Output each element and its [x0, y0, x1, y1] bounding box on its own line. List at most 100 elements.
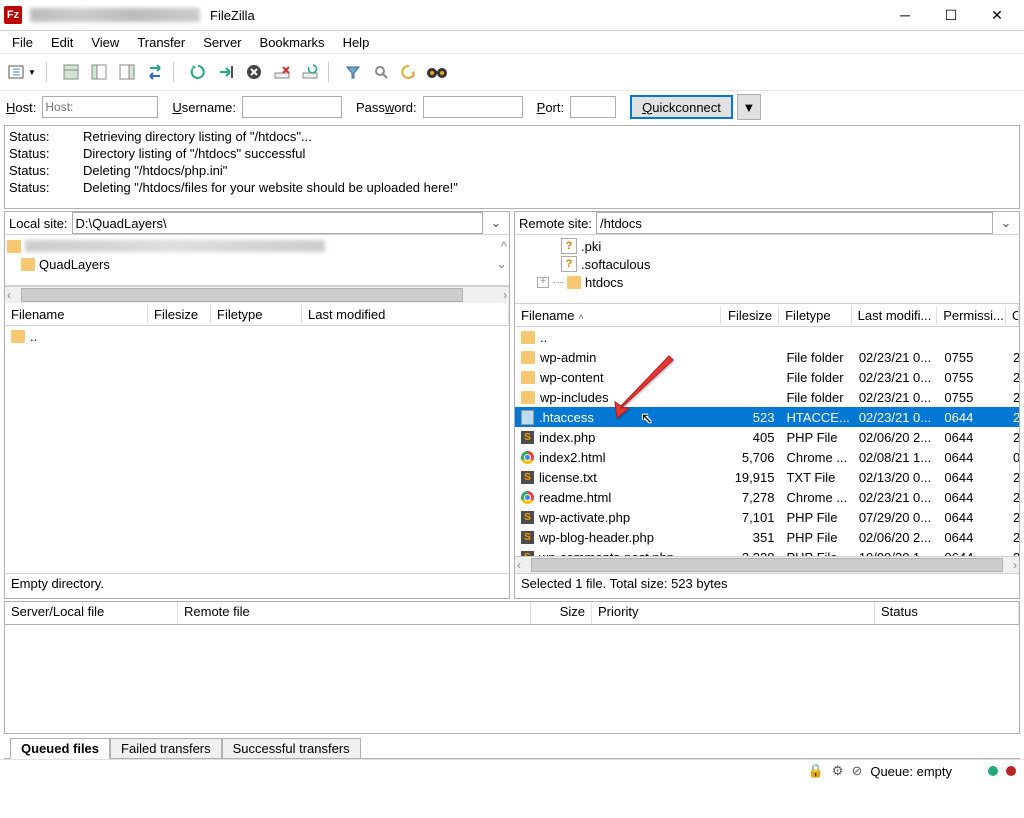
file-modified: 02/13/20 0...: [853, 470, 939, 485]
col-size[interactable]: Size: [531, 602, 592, 624]
toggle-remote-tree-button[interactable]: [115, 60, 139, 84]
col-status[interactable]: Status: [875, 602, 1019, 624]
col-filetype[interactable]: Filetype: [211, 305, 302, 324]
menu-view[interactable]: View: [83, 33, 127, 52]
tree-item[interactable]: .softaculous: [581, 257, 650, 272]
filter-button[interactable]: [341, 60, 365, 84]
status-label: Status:: [9, 145, 59, 162]
local-list-header[interactable]: Filename Filesize Filetype Last modified: [5, 303, 509, 326]
maximize-button[interactable]: ☐: [928, 0, 974, 30]
connection-name-blurred: [30, 8, 200, 22]
local-site-input[interactable]: [72, 212, 483, 234]
close-button[interactable]: ✕: [974, 0, 1020, 30]
tab-queued-files[interactable]: Queued files: [10, 738, 110, 759]
table-row[interactable]: wp-adminFile folder02/23/21 0...07552: [515, 347, 1019, 367]
minimize-button[interactable]: ─: [882, 0, 928, 30]
remote-site-input[interactable]: [596, 212, 993, 234]
quickconnect-button[interactable]: Quickconnect: [630, 95, 733, 119]
file-size: 19,915: [723, 470, 780, 485]
table-row[interactable]: Slicense.txt19,915TXT File02/13/20 0...0…: [515, 467, 1019, 487]
queue-body[interactable]: [4, 625, 1020, 734]
compare-button[interactable]: [397, 60, 421, 84]
table-row[interactable]: wp-includesFile folder02/23/21 0...07552: [515, 387, 1019, 407]
reconnect-button[interactable]: [298, 60, 322, 84]
table-row[interactable]: readme.html7,278Chrome ...02/23/21 0...0…: [515, 487, 1019, 507]
col-permissions[interactable]: Permissi...: [937, 306, 1006, 325]
queue-tabs: Queued files Failed transfers Successful…: [4, 736, 1020, 759]
col-owner[interactable]: O: [1006, 306, 1019, 325]
file-owner: 2: [1007, 430, 1019, 445]
menu-transfer[interactable]: Transfer: [129, 33, 193, 52]
menu-server[interactable]: Server: [195, 33, 249, 52]
file-modified: 07/29/20 0...: [853, 510, 939, 525]
queue-header[interactable]: Server/Local file Remote file Size Prior…: [4, 601, 1020, 625]
status-label: Status:: [9, 179, 59, 196]
remote-list-header[interactable]: Filename˄ Filesize Filetype Last modifi.…: [515, 304, 1019, 327]
col-filename[interactable]: Filename˄: [515, 306, 721, 325]
disconnect-button[interactable]: [270, 60, 294, 84]
remote-site-dropdown[interactable]: ⌄: [997, 215, 1015, 231]
file-owner: 2: [1007, 490, 1019, 505]
lock-icon[interactable]: 🔒: [808, 763, 824, 779]
file-owner: 0: [1007, 450, 1019, 465]
table-row[interactable]: index2.html5,706Chrome ...02/08/21 1...0…: [515, 447, 1019, 467]
host-input[interactable]: [42, 96, 158, 118]
quickconnect-dropdown[interactable]: ▼: [737, 94, 761, 120]
table-row[interactable]: Sindex.php405PHP File02/06/20 2...06442: [515, 427, 1019, 447]
col-filename[interactable]: Filename: [5, 305, 148, 324]
pass-icon[interactable]: ⊘: [851, 763, 862, 779]
folder-icon: [21, 258, 35, 271]
toggle-queue-button[interactable]: [143, 60, 167, 84]
toggle-log-button[interactable]: [59, 60, 83, 84]
process-queue-button[interactable]: [214, 60, 238, 84]
refresh-button[interactable]: [186, 60, 210, 84]
parent-dir[interactable]: ..: [30, 329, 37, 344]
status-log[interactable]: Status:Retrieving directory listing of "…: [4, 125, 1020, 209]
file-permissions: 0644: [938, 530, 1007, 545]
table-row[interactable]: Swp-activate.php7,101PHP File07/29/20 0.…: [515, 507, 1019, 527]
remote-file-list[interactable]: ..wp-adminFile folder02/23/21 0...07552w…: [515, 327, 1019, 556]
password-input[interactable]: [423, 96, 523, 118]
binoculars-icon[interactable]: [425, 60, 449, 84]
search-button[interactable]: [369, 60, 393, 84]
col-filetype[interactable]: Filetype: [779, 306, 852, 325]
toolbar: ▼: [0, 53, 1024, 91]
col-remote-file[interactable]: Remote file: [178, 602, 531, 624]
tab-failed-transfers[interactable]: Failed transfers: [110, 738, 222, 759]
local-tree[interactable]: ^ QuadLayers⌄: [5, 234, 509, 286]
site-manager-button[interactable]: ▼: [4, 60, 40, 84]
menu-help[interactable]: Help: [335, 33, 378, 52]
table-row[interactable]: ..: [515, 327, 1019, 347]
remote-list-hscroll[interactable]: ‹ ›: [515, 556, 1019, 573]
local-site-dropdown[interactable]: ⌄: [487, 215, 505, 231]
file-name: readme.html: [539, 490, 611, 505]
table-row[interactable]: Swp-comments-post.php2,328PHP File10/09/…: [515, 547, 1019, 556]
cancel-button[interactable]: [242, 60, 266, 84]
remote-tree[interactable]: ?.pki ?.softaculous +htdocs: [515, 234, 1019, 304]
col-filesize[interactable]: Filesize: [148, 305, 211, 324]
local-tree-hscroll[interactable]: ‹ ›: [5, 286, 509, 303]
col-modified[interactable]: Last modifi...: [852, 306, 938, 325]
col-priority[interactable]: Priority: [592, 602, 875, 624]
main-split: Local site: ⌄ ^ QuadLayers⌄ ‹ › Filename…: [4, 211, 1020, 599]
table-row[interactable]: .htaccess523HTACCE...02/23/21 0...06442: [515, 407, 1019, 427]
tree-item[interactable]: .pki: [581, 239, 601, 254]
username-input[interactable]: [242, 96, 342, 118]
col-filesize[interactable]: Filesize: [721, 306, 779, 325]
col-local-file[interactable]: Server/Local file: [5, 602, 178, 624]
local-file-list[interactable]: ..: [5, 326, 509, 573]
table-row[interactable]: Swp-blog-header.php351PHP File02/06/20 2…: [515, 527, 1019, 547]
menu-edit[interactable]: Edit: [43, 33, 81, 52]
tree-item[interactable]: htdocs: [585, 275, 623, 290]
tab-successful-transfers[interactable]: Successful transfers: [222, 738, 361, 759]
file-name: license.txt: [539, 470, 597, 485]
toggle-local-tree-button[interactable]: [87, 60, 111, 84]
file-type: File folder: [780, 390, 852, 405]
menu-bookmarks[interactable]: Bookmarks: [252, 33, 333, 52]
menu-file[interactable]: File: [4, 33, 41, 52]
port-input[interactable]: [570, 96, 616, 118]
col-modified[interactable]: Last modified: [302, 305, 509, 324]
gear-icon[interactable]: ⚙: [832, 763, 844, 779]
tree-folder[interactable]: QuadLayers: [39, 257, 110, 272]
table-row[interactable]: wp-contentFile folder02/23/21 0...07552: [515, 367, 1019, 387]
